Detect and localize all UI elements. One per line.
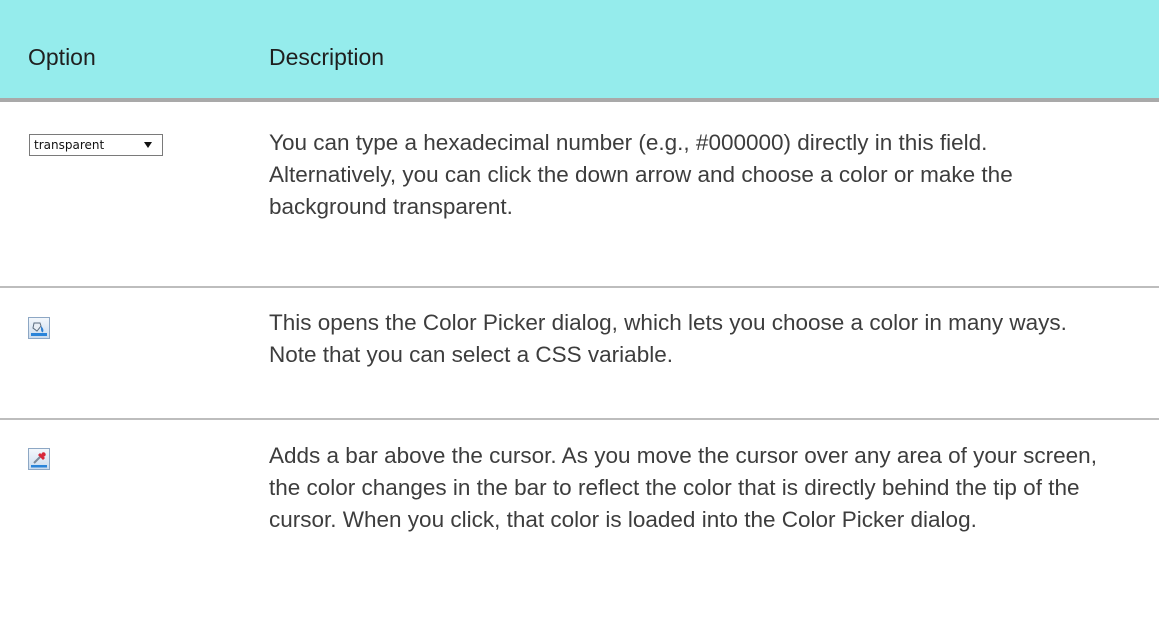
row-description: This opens the Color Picker dialog, whic… — [269, 310, 1067, 367]
row-description: You can type a hexadecimal number (e.g.,… — [269, 130, 1013, 219]
color-picker-icon[interactable] — [28, 317, 50, 339]
table-row: Adds a bar above the cursor. As you move… — [0, 420, 1159, 620]
option-column-header: Option — [28, 44, 96, 70]
row-description: Adds a bar above the cursor. As you move… — [269, 443, 1097, 532]
table-row: transparent You can type a hexadecimal n… — [0, 102, 1159, 288]
options-table: Option Description transparent You can t… — [0, 0, 1159, 620]
background-color-select[interactable]: transparent — [29, 134, 163, 156]
chevron-down-icon[interactable] — [144, 142, 152, 148]
eyedropper-icon[interactable] — [28, 448, 50, 470]
description-column-header: Description — [269, 44, 385, 70]
select-value: transparent — [34, 138, 105, 152]
table-header: Option Description — [0, 0, 1159, 102]
table-row: This opens the Color Picker dialog, whic… — [0, 288, 1159, 420]
